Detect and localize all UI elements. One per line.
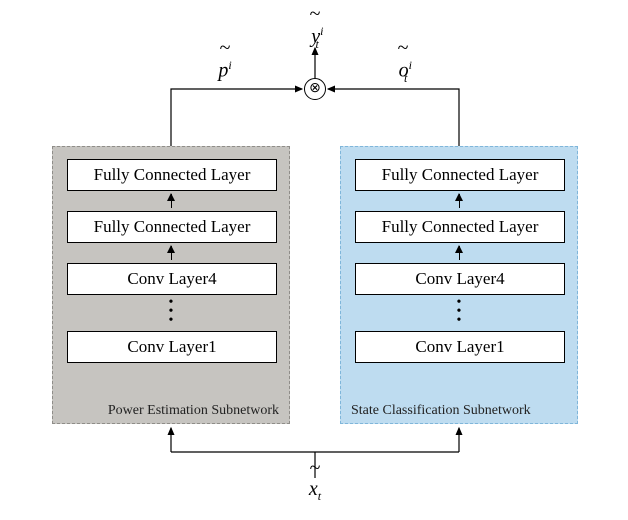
right-fc1: Fully Connected Layer bbox=[355, 211, 565, 243]
right-conv1: Conv Layer1 bbox=[355, 331, 565, 363]
p-label: ~ pi bbox=[212, 58, 238, 83]
left-conv4: Conv Layer4 bbox=[67, 263, 277, 295]
vertical-ellipsis-icon: ••• bbox=[355, 295, 563, 331]
vertical-ellipsis-icon: ••• bbox=[67, 295, 275, 331]
o-label: ~ oit bbox=[388, 58, 418, 86]
left-fc1: Fully Connected Layer bbox=[67, 211, 277, 243]
multiply-icon: ⊗ bbox=[309, 82, 321, 96]
state-classification-subnetwork: Fully Connected Layer Fully Connected La… bbox=[340, 146, 578, 424]
input-x-label: ~ xt bbox=[302, 478, 328, 504]
left-caption: Power Estimation Subnetwork bbox=[108, 403, 279, 419]
right-caption: State Classification Subnetwork bbox=[351, 403, 531, 419]
right-fc2: Fully Connected Layer bbox=[355, 159, 565, 191]
output-y-label: ~ yit bbox=[300, 24, 330, 52]
multiply-node: ⊗ bbox=[304, 78, 326, 100]
right-conv4: Conv Layer4 bbox=[355, 263, 565, 295]
left-conv1: Conv Layer1 bbox=[67, 331, 277, 363]
power-estimation-subnetwork: Fully Connected Layer Fully Connected La… bbox=[52, 146, 290, 424]
diagram-canvas: ~ yit ~ pi ~ oit ~ xt ⊗ Fully Connected … bbox=[0, 0, 628, 520]
left-fc2: Fully Connected Layer bbox=[67, 159, 277, 191]
